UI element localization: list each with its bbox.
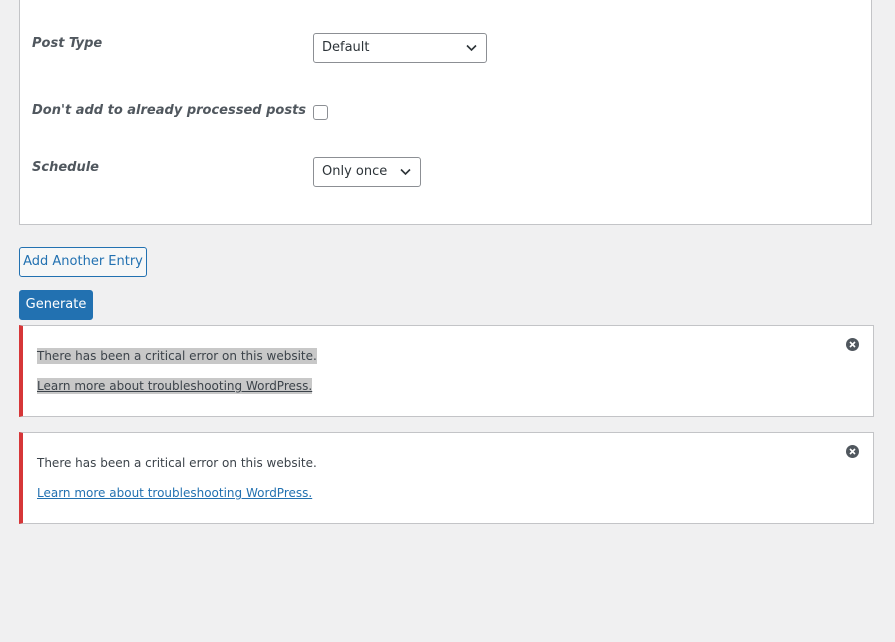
- dismiss-icon[interactable]: [846, 445, 859, 458]
- error-notice: There has been a critical error on this …: [19, 325, 874, 417]
- post-type-label: Post Type: [32, 36, 103, 51]
- post-type-select[interactable]: Default: [313, 33, 487, 63]
- error-notice: There has been a critical error on this …: [19, 432, 874, 524]
- add-another-entry-button[interactable]: Add Another Entry: [19, 247, 147, 277]
- schedule-select[interactable]: Only once: [313, 157, 421, 187]
- chevron-down-icon: [400, 168, 411, 176]
- dont-add-processed-checkbox[interactable]: [313, 105, 328, 120]
- dismiss-icon[interactable]: [846, 338, 859, 351]
- troubleshooting-link[interactable]: Learn more about troubleshooting WordPre…: [37, 485, 312, 501]
- generate-button[interactable]: Generate: [19, 290, 93, 320]
- dont-add-processed-label: Don't add to already processed posts: [32, 103, 307, 118]
- chevron-down-icon: [466, 44, 477, 52]
- schedule-value: Only once: [322, 164, 388, 179]
- troubleshooting-link[interactable]: Learn more about troubleshooting WordPre…: [37, 378, 313, 394]
- settings-panel: Post Type Default Don't add to already p…: [19, 0, 872, 225]
- post-type-value: Default: [322, 40, 370, 55]
- error-message: There has been a critical error on this …: [37, 348, 317, 364]
- error-message: There has been a critical error on this …: [37, 456, 317, 470]
- schedule-label: Schedule: [32, 160, 99, 175]
